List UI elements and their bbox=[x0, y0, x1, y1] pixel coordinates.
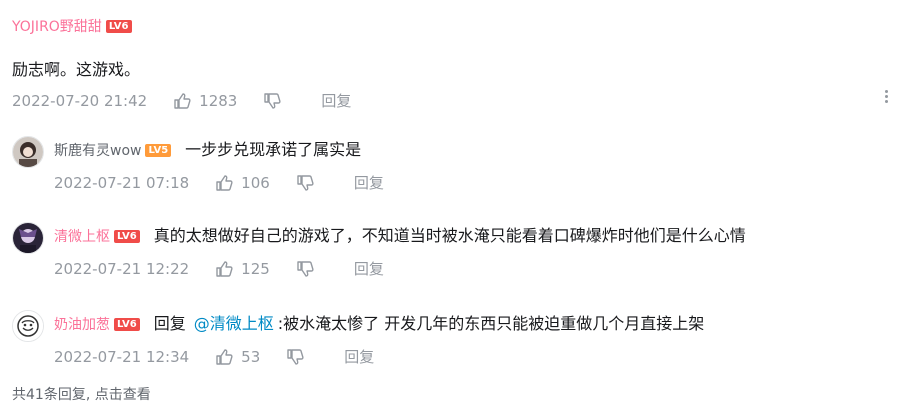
level-badge: LV6 bbox=[105, 19, 132, 33]
like-button[interactable]: 53 bbox=[215, 348, 260, 366]
like-count: 53 bbox=[241, 347, 261, 366]
level-badge: LV6 bbox=[114, 317, 140, 331]
reply-username[interactable]: 斯鹿有灵wow bbox=[54, 140, 141, 160]
thumb-up-icon bbox=[216, 174, 233, 191]
reply-button[interactable]: 回复 bbox=[354, 172, 384, 193]
reply-username[interactable]: 清微上枢 bbox=[54, 226, 110, 246]
reply-text: 真的太想做好自己的游戏了，不知道当时被水淹只能看着口碑爆炸时他们是什么心情 bbox=[153, 226, 746, 245]
reply-button[interactable]: 回复 bbox=[321, 90, 351, 111]
like-button[interactable]: 106 bbox=[215, 174, 270, 192]
avatar[interactable] bbox=[12, 136, 44, 168]
reply-button[interactable]: 回复 bbox=[354, 258, 384, 279]
reply-text: :被水淹太惨了 开发几年的东西只能被迫重做几个月直接上架 bbox=[277, 314, 705, 333]
thumb-up-icon bbox=[174, 92, 191, 109]
reply-meta: 2022-07-21 12:34 53 回复 bbox=[54, 346, 374, 367]
dislike-button[interactable] bbox=[296, 174, 322, 192]
mention-link[interactable]: @清微上枢 bbox=[194, 312, 274, 336]
thumb-down-icon bbox=[287, 348, 304, 365]
reply-time: 2022-07-21 12:34 bbox=[54, 347, 190, 366]
thumb-down-icon bbox=[297, 174, 314, 191]
thumb-up-icon bbox=[216, 348, 233, 365]
reply-button[interactable]: 回复 bbox=[344, 346, 374, 367]
level-badge: LV6 bbox=[114, 229, 140, 243]
like-count: 1283 bbox=[199, 91, 238, 110]
reply-username[interactable]: 奶油加葱 bbox=[54, 314, 110, 334]
thumb-up-icon bbox=[216, 260, 233, 277]
like-button[interactable]: 1283 bbox=[173, 92, 237, 110]
like-count: 106 bbox=[241, 173, 270, 192]
reply-meta: 2022-07-21 07:18 106 回复 bbox=[54, 172, 384, 193]
thumb-down-icon bbox=[297, 260, 314, 277]
thumb-down-icon bbox=[264, 92, 281, 109]
reply-time: 2022-07-21 12:22 bbox=[54, 259, 190, 278]
root-meta: 2022-07-20 21:42 1283 回复 bbox=[12, 90, 351, 111]
reply-text: 一步步兑现承诺了属实是 bbox=[185, 140, 362, 159]
more-menu-icon[interactable] bbox=[885, 88, 889, 105]
dislike-button[interactable] bbox=[286, 348, 312, 366]
root-time: 2022-07-20 21:42 bbox=[12, 91, 148, 110]
avatar[interactable] bbox=[12, 310, 44, 342]
avatar[interactable] bbox=[12, 222, 44, 254]
reply-meta: 2022-07-21 12:22 125 回复 bbox=[54, 258, 384, 279]
view-more-replies-link[interactable]: 共41条回复, 点击查看 bbox=[12, 384, 151, 404]
reply-time: 2022-07-21 07:18 bbox=[54, 173, 190, 192]
like-button[interactable]: 125 bbox=[215, 260, 270, 278]
dislike-button[interactable] bbox=[296, 260, 322, 278]
like-count: 125 bbox=[241, 259, 270, 278]
root-username[interactable]: YOJIRO野甜甜 bbox=[12, 16, 102, 36]
dislike-button[interactable] bbox=[263, 92, 289, 110]
reply-prefix: 回复 bbox=[153, 314, 186, 333]
level-badge: LV5 bbox=[145, 143, 172, 157]
root-text: 励志啊。这游戏。 bbox=[12, 60, 141, 79]
